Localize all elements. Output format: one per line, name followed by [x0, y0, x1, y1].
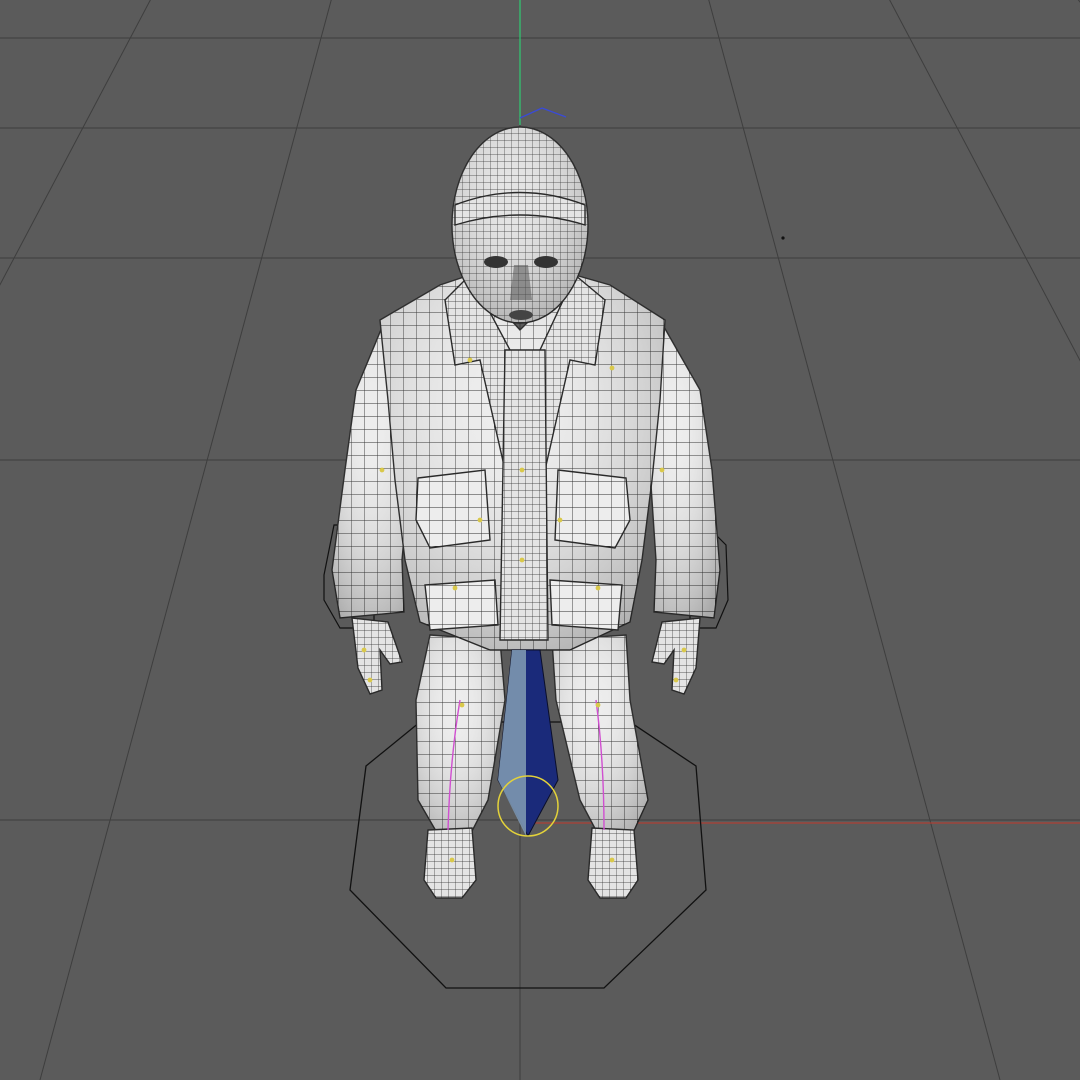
joint-marker[interactable]: [449, 857, 455, 863]
shirt-placket: [499, 349, 549, 641]
scene-marker-dot: [781, 236, 785, 240]
left-shoe[interactable]: [423, 827, 477, 899]
joint-marker[interactable]: [379, 467, 385, 473]
joint-marker[interactable]: [609, 365, 615, 371]
left-chest-pocket[interactable]: [415, 469, 491, 549]
joint-marker[interactable]: [361, 647, 367, 653]
joint-marker[interactable]: [519, 467, 525, 473]
left-eye: [484, 256, 508, 268]
left-lower-pocket[interactable]: [424, 579, 499, 631]
viewport-scene[interactable]: [0, 0, 1080, 1080]
right-hand[interactable]: [651, 617, 701, 695]
left-leg-shade: [416, 635, 505, 838]
mouth: [509, 310, 533, 320]
joint-marker[interactable]: [659, 467, 665, 473]
joint-marker[interactable]: [452, 585, 458, 591]
joint-marker[interactable]: [595, 702, 601, 708]
3d-viewport[interactable]: [0, 0, 1080, 1080]
joint-marker[interactable]: [595, 585, 601, 591]
right-shoe[interactable]: [587, 827, 639, 899]
joint-marker[interactable]: [609, 857, 615, 863]
joint-marker[interactable]: [367, 677, 373, 683]
axis-gizmo: [519, 107, 567, 119]
joint-marker[interactable]: [557, 517, 563, 523]
joint-marker[interactable]: [673, 677, 679, 683]
left-hand[interactable]: [351, 617, 403, 695]
joint-marker[interactable]: [459, 702, 465, 708]
joint-marker[interactable]: [477, 517, 483, 523]
right-chest-pocket[interactable]: [554, 469, 631, 549]
joint-marker[interactable]: [519, 557, 525, 563]
joint-marker[interactable]: [467, 357, 473, 363]
right-eye: [534, 256, 558, 268]
joint-marker[interactable]: [681, 647, 687, 653]
right-lower-pocket[interactable]: [549, 579, 623, 631]
